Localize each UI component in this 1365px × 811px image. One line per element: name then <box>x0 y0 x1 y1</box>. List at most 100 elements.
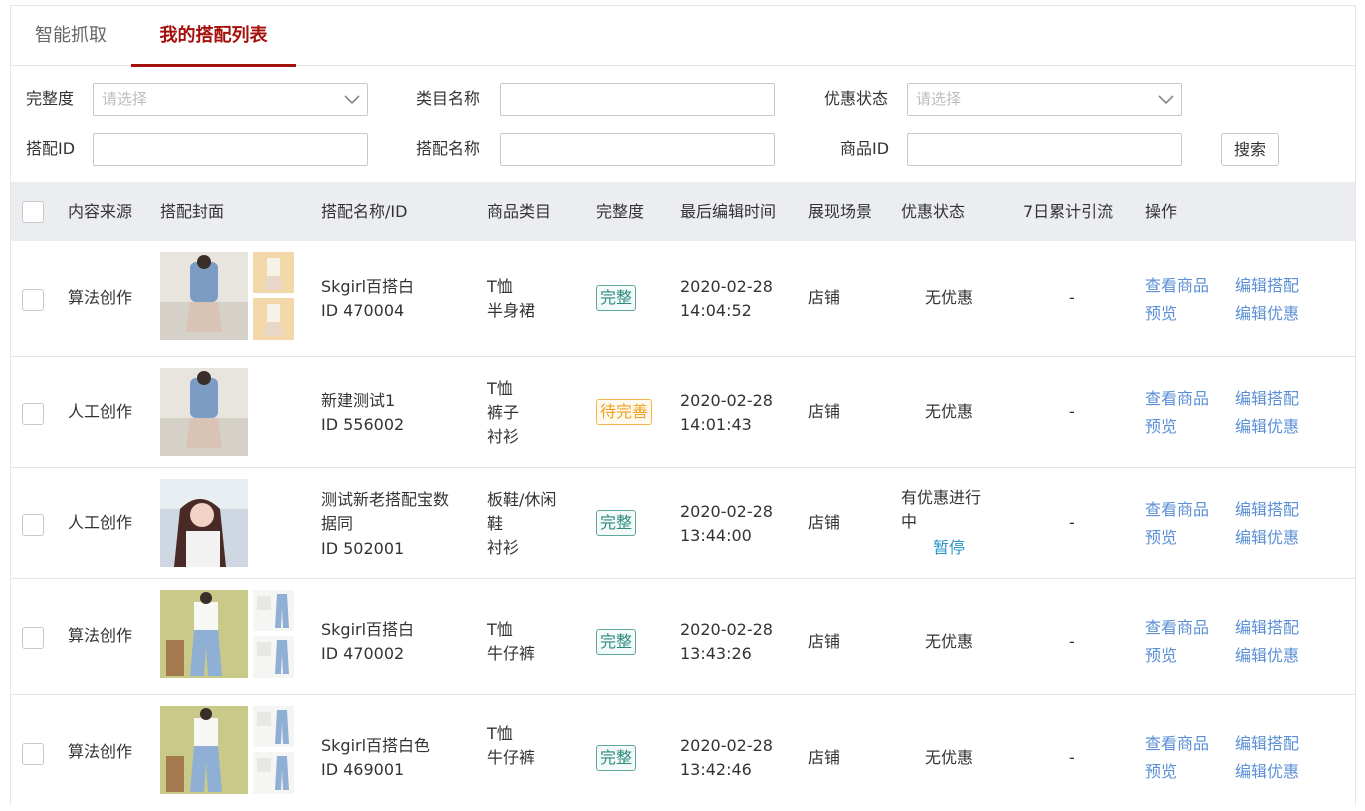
row-category: 鞋 <box>487 514 504 533</box>
edit-combo-link[interactable]: 编辑搭配 <box>1235 732 1299 756</box>
row-date: 2020-02-28 <box>680 277 773 296</box>
row-category: T恤 <box>487 379 513 398</box>
col-traffic: 7日累计引流 <box>1023 202 1114 221</box>
edit-combo-link[interactable]: 编辑搭配 <box>1235 387 1299 411</box>
view-products-link[interactable]: 查看商品 <box>1145 616 1209 640</box>
view-products-link[interactable]: 查看商品 <box>1145 274 1209 298</box>
edit-promo-link[interactable]: 编辑优惠 <box>1235 415 1299 439</box>
row-checkbox[interactable] <box>22 289 44 311</box>
col-source: 内容来源 <box>68 202 133 221</box>
product-id-label: 商品ID <box>840 139 890 158</box>
completeness-badge: 完整 <box>596 510 637 536</box>
row-time: 13:43:26 <box>680 644 752 663</box>
cover-thumb <box>253 706 294 747</box>
category-name-input[interactable] <box>500 83 775 116</box>
completeness-badge: 完整 <box>596 629 637 655</box>
row-traffic: - <box>1069 632 1075 651</box>
select-all-checkbox[interactable] <box>22 201 44 223</box>
row-id: ID 469001 <box>321 760 405 779</box>
edit-combo-link[interactable]: 编辑搭配 <box>1235 616 1299 640</box>
completeness-select[interactable]: 请选择 <box>93 83 368 116</box>
completeness-badge: 待完善 <box>596 399 653 425</box>
chevron-down-icon <box>344 95 360 105</box>
row-traffic: - <box>1069 748 1075 767</box>
col-scene: 展现场景 <box>808 202 873 221</box>
product-id-input[interactable] <box>907 133 1182 166</box>
row-checkbox[interactable] <box>22 627 44 649</box>
view-products-link[interactable]: 查看商品 <box>1145 732 1209 756</box>
col-completeness: 完整度 <box>596 202 645 221</box>
preview-link[interactable]: 预览 <box>1145 644 1177 668</box>
cover-image <box>160 590 248 678</box>
col-category: 商品类目 <box>487 202 552 221</box>
col-name-id: 搭配名称/ID <box>321 202 408 221</box>
row-scene: 店铺 <box>808 632 841 651</box>
combo-id-label: 搭配ID <box>26 139 76 158</box>
edit-combo-link[interactable]: 编辑搭配 <box>1235 498 1299 522</box>
row-scene: 店铺 <box>808 402 841 421</box>
completeness-placeholder: 请选择 <box>102 90 148 108</box>
cover-thumb <box>253 252 294 293</box>
row-name: 测试新老搭配宝数 <box>321 490 450 509</box>
edit-promo-link[interactable]: 编辑优惠 <box>1235 760 1299 784</box>
row-name: Skgirl百搭白 <box>321 277 415 296</box>
row-category: T恤 <box>487 277 513 296</box>
combo-name-label: 搭配名称 <box>416 139 481 158</box>
row-category: 裤子 <box>487 403 520 422</box>
view-products-link[interactable]: 查看商品 <box>1145 498 1209 522</box>
row-time: 13:44:00 <box>680 526 752 545</box>
promo-status-select[interactable]: 请选择 <box>907 83 1182 116</box>
view-products-link[interactable]: 查看商品 <box>1145 387 1209 411</box>
cover-image <box>160 368 248 456</box>
promo-status-placeholder: 请选择 <box>916 90 962 108</box>
preview-link[interactable]: 预览 <box>1145 526 1177 550</box>
combo-name-input[interactable] <box>500 133 775 166</box>
tab-my-combo-list[interactable]: 我的搭配列表 <box>131 6 296 67</box>
row-name: Skgirl百搭白 <box>321 620 415 639</box>
row-date: 2020-02-28 <box>680 620 773 639</box>
row-checkbox[interactable] <box>22 743 44 765</box>
table-row: 算法创作 Skgirl百搭白 ID 470002 T恤 牛仔裤 完整 2020-… <box>11 579 1355 695</box>
table-row: 算法创作 Skgirl百搭白色 ID 469001 T恤 牛仔裤 完整 2020… <box>11 695 1355 811</box>
edit-promo-link[interactable]: 编辑优惠 <box>1235 526 1299 550</box>
preview-link[interactable]: 预览 <box>1145 760 1177 784</box>
row-name: Skgirl百搭白色 <box>321 736 431 755</box>
row-time: 14:04:52 <box>680 301 752 320</box>
row-source: 人工创作 <box>68 402 133 421</box>
combo-id-input[interactable] <box>93 133 368 166</box>
row-category: 衬衫 <box>487 538 520 557</box>
row-time: 14:01:43 <box>680 415 752 434</box>
table-row: 人工创作 测试新老搭配宝数 据同 ID 502001 板鞋/休闲 鞋 衬衫 完整… <box>11 468 1355 579</box>
row-category: 半身裙 <box>487 301 536 320</box>
edit-promo-link[interactable]: 编辑优惠 <box>1235 644 1299 668</box>
preview-link[interactable]: 预览 <box>1145 415 1177 439</box>
row-traffic: - <box>1069 402 1075 421</box>
cover-image <box>160 706 248 794</box>
row-traffic: - <box>1069 513 1075 532</box>
completeness-badge: 完整 <box>596 745 637 771</box>
row-promo: 无优惠 <box>925 402 974 421</box>
preview-link[interactable]: 预览 <box>1145 302 1177 326</box>
row-checkbox[interactable] <box>22 403 44 425</box>
row-id: ID 502001 <box>321 539 405 558</box>
edit-combo-link[interactable]: 编辑搭配 <box>1235 274 1299 298</box>
pause-promo-link[interactable]: 暂停 <box>933 536 965 560</box>
cover-thumb <box>253 752 294 794</box>
row-category: 板鞋/休闲 <box>487 490 557 509</box>
row-category: 衬衫 <box>487 427 520 446</box>
cover-thumb <box>253 590 294 631</box>
row-scene: 店铺 <box>808 513 841 532</box>
completeness-badge: 完整 <box>596 285 637 311</box>
search-button[interactable]: 搜索 <box>1221 133 1279 166</box>
row-checkbox[interactable] <box>22 514 44 536</box>
edit-promo-link[interactable]: 编辑优惠 <box>1235 302 1299 326</box>
row-date: 2020-02-28 <box>680 736 773 755</box>
row-source: 算法创作 <box>68 742 133 761</box>
col-last-edit: 最后编辑时间 <box>680 202 777 221</box>
col-actions: 操作 <box>1145 202 1178 221</box>
table-header: 内容来源 搭配封面 搭配名称/ID 商品类目 完整度 最后编辑时间 展现场景 优… <box>11 182 1355 241</box>
row-time: 13:42:46 <box>680 760 752 779</box>
tab-smart-capture[interactable]: 智能抓取 <box>11 6 131 66</box>
col-promo: 优惠状态 <box>901 202 966 221</box>
table-row: 人工创作 新建测试1 ID 556002 T恤 裤子 衬衫 待完善 2020-0… <box>11 357 1355 468</box>
